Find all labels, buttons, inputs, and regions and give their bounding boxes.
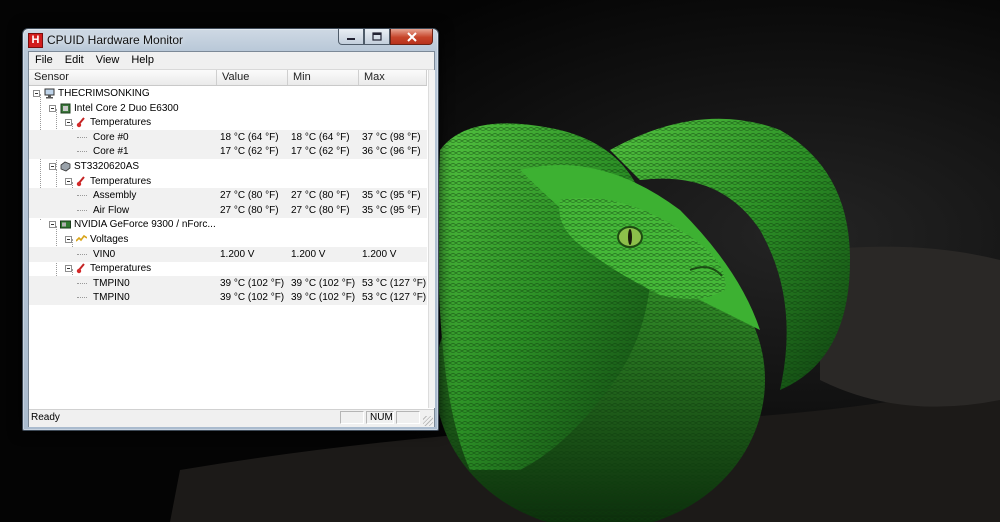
- caption-buttons: [338, 29, 433, 47]
- sensor-max: 1.200 V: [362, 248, 397, 260]
- sensor-value: 27 °C (80 °F): [220, 190, 279, 202]
- thermometer-icon: [76, 117, 87, 128]
- close-button[interactable]: [390, 29, 433, 45]
- sensor-min: 17 °C (62 °F): [291, 146, 350, 158]
- sensor-max: 53 °C (127 °F): [362, 292, 427, 304]
- sensor-max: 53 °C (127 °F): [362, 277, 427, 289]
- title-bar[interactable]: H CPUID Hardware Monitor: [23, 29, 438, 51]
- minimize-button[interactable]: [338, 29, 364, 45]
- sensor-row[interactable]: TMPIN0 39 °C (102 °F) 39 °C (102 °F) 53 °C …: [29, 275, 427, 291]
- status-num-indicator: NUM: [366, 411, 394, 424]
- graphics-card-icon: [60, 219, 71, 230]
- minimize-icon: [347, 37, 355, 40]
- computer-icon: [44, 88, 55, 99]
- sensor-value: 27 °C (80 °F): [220, 204, 279, 216]
- menu-file[interactable]: File: [29, 52, 59, 69]
- sensor-min: 39 °C (102 °F): [291, 292, 356, 304]
- status-panel-blank: [340, 411, 364, 424]
- collapse-toggle-icon[interactable]: [49, 163, 56, 170]
- tree-label: TMPIN0: [93, 292, 130, 304]
- tree-node[interactable]: NVIDIA GeForce 9300 / nForc...: [29, 217, 427, 232]
- tree-label: TMPIN0: [93, 277, 130, 289]
- collapse-toggle-icon[interactable]: [65, 236, 72, 243]
- collapse-toggle-icon[interactable]: [33, 90, 40, 97]
- status-bar: Ready NUM: [29, 409, 434, 427]
- status-panel-blank-2: [396, 411, 420, 424]
- resize-grip[interactable]: [423, 416, 433, 426]
- sensor-min: 39 °C (102 °F): [291, 277, 356, 289]
- tree-label: VIN0: [93, 248, 116, 260]
- collapse-toggle-icon[interactable]: [65, 177, 72, 185]
- tree-label: ST3320620AS: [74, 161, 140, 172]
- tree-label: Temperatures: [90, 263, 152, 275]
- column-min[interactable]: Min: [288, 70, 359, 85]
- menu-help[interactable]: Help: [125, 52, 160, 69]
- sensor-min: 18 °C (64 °F): [291, 131, 350, 143]
- column-max[interactable]: Max: [359, 70, 427, 85]
- sensor-tree[interactable]: THECRIMSONKING Intel Core 2 Duo E6300 Temp…: [29, 86, 427, 408]
- thermometer-icon: [76, 263, 87, 274]
- app-icon[interactable]: H: [28, 33, 43, 48]
- sensor-row[interactable]: Core #1 17 °C (62 °F) 17 °C (62 °F) 36 °C (…: [29, 144, 427, 160]
- window-title: CPUID Hardware Monitor: [47, 33, 184, 47]
- sensor-row[interactable]: TMPIN0 39 °C (102 °F) 39 °C (102 °F) 53 °C …: [29, 290, 427, 306]
- sensor-value: 39 °C (102 °F): [220, 292, 285, 304]
- tree-label: Assembly: [93, 190, 137, 202]
- sensor-max: 36 °C (96 °F): [362, 146, 421, 158]
- vertical-scrollbar[interactable]: [428, 70, 435, 408]
- sensor-max: 35 °C (95 °F): [362, 204, 421, 216]
- hard-drive-icon: [60, 161, 71, 172]
- tree-label: Temperatures: [90, 117, 152, 129]
- tree-label: THECRIMSONKING: [58, 88, 150, 99]
- tree-node[interactable]: Intel Core 2 Duo E6300: [29, 101, 427, 116]
- tree-label: Core #0: [93, 131, 129, 143]
- sensor-row[interactable]: Assembly 27 °C (80 °F) 27 °C (80 °F) 35 °C …: [29, 188, 427, 204]
- maximize-icon: [372, 32, 382, 41]
- sensor-max: 35 °C (95 °F): [362, 190, 421, 202]
- sensor-value: 18 °C (64 °F): [220, 131, 279, 143]
- sensor-min: 27 °C (80 °F): [291, 190, 350, 202]
- tree-node[interactable]: Temperatures: [29, 261, 427, 276]
- tree-node[interactable]: Temperatures: [29, 115, 427, 130]
- collapse-toggle-icon[interactable]: [49, 104, 56, 112]
- status-text: Ready: [31, 412, 60, 423]
- tree-label: Air Flow: [93, 204, 130, 216]
- tree-label: Core #1: [93, 146, 129, 158]
- menu-view[interactable]: View: [90, 52, 126, 69]
- tree-node[interactable]: Temperatures: [29, 174, 427, 189]
- client-area: File Edit View Help Sensor Value Min Max…: [28, 51, 435, 427]
- column-sensor[interactable]: Sensor: [29, 70, 217, 85]
- sensor-row[interactable]: Core #0 18 °C (64 °F) 18 °C (64 °F) 37 °C (…: [29, 129, 427, 145]
- sensor-value: 1.200 V: [220, 248, 255, 260]
- sensor-min: 1.200 V: [291, 248, 326, 260]
- sensor-value: 17 °C (62 °F): [220, 146, 279, 158]
- sensor-max: 37 °C (98 °F): [362, 131, 421, 143]
- close-icon: [406, 31, 417, 42]
- tree-label: Voltages: [90, 234, 129, 245]
- sensor-value: 39 °C (102 °F): [220, 277, 285, 289]
- tree-node[interactable]: ST3320620AS: [29, 159, 427, 174]
- voltage-icon: [75, 234, 88, 245]
- column-value[interactable]: Value: [217, 70, 288, 85]
- menu-bar: File Edit View Help: [29, 52, 434, 70]
- tree-node[interactable]: Voltages: [29, 232, 427, 247]
- sensor-row[interactable]: Air Flow 27 °C (80 °F) 27 °C (80 °F) 35 °C …: [29, 202, 427, 218]
- tree-label: NVIDIA GeForce 9300 / nForc...: [74, 219, 216, 231]
- menu-edit[interactable]: Edit: [59, 52, 90, 69]
- tree-node[interactable]: THECRIMSONKING: [29, 86, 427, 101]
- column-header: Sensor Value Min Max: [29, 70, 427, 86]
- collapse-toggle-icon[interactable]: [65, 265, 72, 273]
- collapse-toggle-icon[interactable]: [65, 119, 72, 127]
- maximize-button[interactable]: [364, 29, 390, 45]
- cpu-chip-icon: [60, 103, 71, 114]
- thermometer-icon: [76, 175, 87, 187]
- sensor-min: 27 °C (80 °F): [291, 204, 350, 216]
- tree-label: Intel Core 2 Duo E6300: [74, 102, 179, 114]
- tree-label: Temperatures: [90, 175, 152, 187]
- hardware-monitor-window: H CPUID Hardware Monitor File Edit View …: [22, 28, 439, 431]
- sensor-row[interactable]: VIN0 1.200 V 1.200 V 1.200 V: [29, 246, 427, 262]
- collapse-toggle-icon[interactable]: [49, 221, 56, 229]
